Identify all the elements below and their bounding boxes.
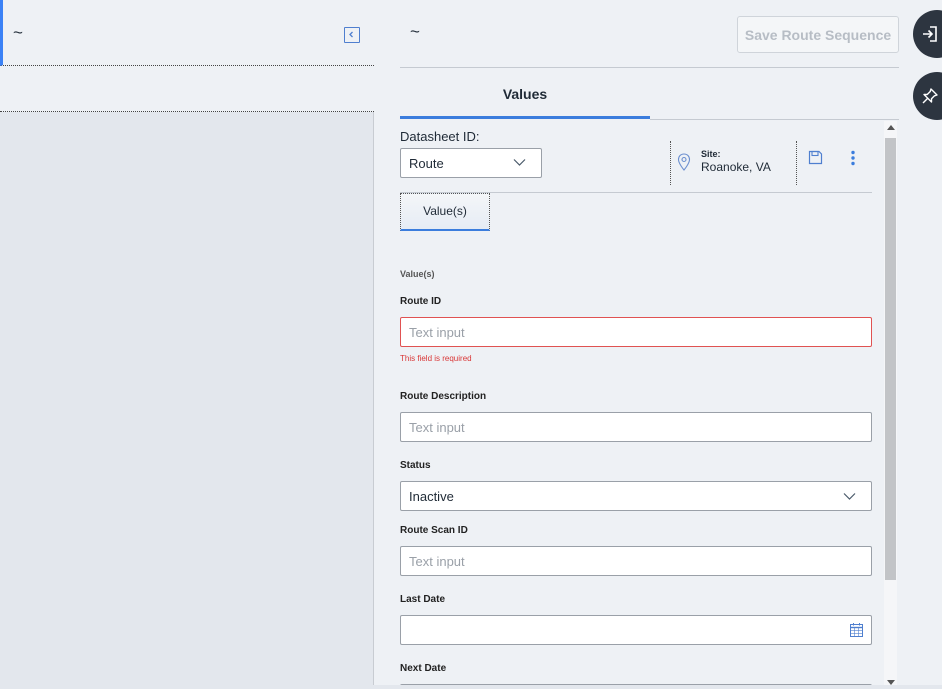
last-date-label: Last Date (400, 594, 446, 605)
bottom-edge (0, 685, 942, 689)
collapse-panel-icon[interactable] (344, 27, 360, 43)
route-scan-id-input[interactable]: Text input (400, 546, 872, 576)
more-vertical-icon[interactable] (850, 150, 856, 166)
left-panel: ~ (0, 0, 374, 689)
status-label: Status (400, 460, 431, 471)
status-value: Inactive (409, 488, 454, 504)
location-pin-icon (677, 153, 691, 171)
toolbar-separator (670, 141, 671, 185)
left-panel-header: ~ (0, 0, 374, 66)
tab-values[interactable]: Values (400, 86, 650, 106)
left-panel-toolbar (0, 67, 374, 112)
route-id-error: This field is required (400, 354, 472, 363)
save-route-sequence-button[interactable]: Save Route Sequence (737, 16, 899, 53)
pin-icon (922, 88, 938, 104)
status-select[interactable]: Inactive (400, 481, 872, 511)
toolbar-separator (796, 141, 797, 185)
left-panel-body (0, 112, 374, 689)
datasheet-id-select[interactable]: Route (400, 148, 542, 178)
section-title: Value(s) (400, 269, 435, 279)
route-description-input[interactable]: Text input (400, 412, 872, 442)
chevron-down-icon (513, 159, 526, 166)
pin-rail-button[interactable] (913, 72, 942, 120)
last-date-input[interactable] (400, 615, 872, 645)
scrollbar[interactable] (884, 121, 897, 689)
values-content: Datasheet ID: Route Site: Roanoke, VA Va… (400, 121, 897, 689)
sign-in-rail-button[interactable] (913, 10, 942, 58)
site-label: Site: (701, 149, 721, 159)
datasheet-id-value: Route (409, 155, 444, 171)
right-panel: ~ Save Route Sequence Values Datasheet I… (374, 0, 900, 689)
subtab-values[interactable]: Value(s) (400, 193, 490, 231)
header-divider (400, 67, 899, 68)
route-id-label: Route ID (400, 296, 442, 307)
next-date-label: Next Date (400, 663, 447, 674)
site-value: Roanoke, VA (701, 160, 771, 174)
scroll-up-arrow-icon[interactable] (887, 125, 895, 130)
sign-in-icon (923, 26, 937, 42)
route-scan-id-label: Route Scan ID (400, 525, 468, 536)
chevron-down-icon (843, 493, 856, 500)
left-header-symbol: ~ (13, 23, 23, 42)
tab-active-indicator (400, 116, 650, 119)
calendar-icon[interactable] (850, 623, 863, 637)
route-description-label: Route Description (400, 391, 487, 402)
route-id-input[interactable]: Text input (400, 317, 872, 347)
scroll-thumb[interactable] (885, 138, 896, 580)
datasheet-id-label: Datasheet ID: (400, 129, 480, 144)
right-header-symbol: ~ (410, 22, 420, 41)
save-icon[interactable] (808, 150, 823, 165)
tab-divider (650, 119, 899, 120)
